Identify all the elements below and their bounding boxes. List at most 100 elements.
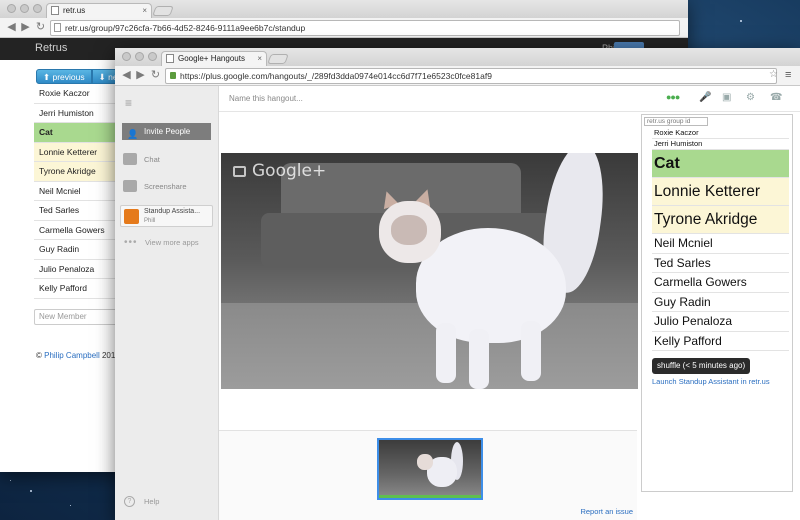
author-link[interactable]: Philip Campbell [44,351,100,360]
close-window-button[interactable] [122,52,131,61]
participant-thumbnail[interactable] [377,438,483,500]
tab-retrus[interactable]: retr.us × [46,3,152,18]
back-arrow-icon[interactable]: ◀ [120,69,133,82]
zoom-window-button[interactable] [33,4,42,13]
member-list-item[interactable]: Guy Radin [34,240,120,260]
panel-member-item: Guy Radin [652,293,789,312]
browser-toolbar: ◀ ▶ ↻ retr.us/group/97c26cfa-7b66-4d52-8… [0,18,688,38]
screenshare-app[interactable]: Screenshare [122,180,187,194]
panel-member-item: Lonnie Ketterer [652,178,789,206]
panel-member-item: Julio Penaloza [652,312,789,332]
star-icon[interactable]: ☆ [769,69,778,80]
screenshare-label: Screenshare [144,182,187,191]
hangout-icon [166,54,174,63]
member-list-item[interactable]: Lonnie Ketterer [34,142,120,162]
previous-button[interactable]: ⬆ previous [36,69,92,84]
app-owner: Phill [144,218,156,224]
chat-app[interactable]: Chat [122,153,160,167]
leave-call-icon[interactable]: ☎ [770,92,782,103]
add-person-icon: 👤 [127,129,139,139]
mic-mute-icon[interactable]: 🎤 [699,92,711,103]
back-arrow-icon[interactable]: ◀ [5,21,18,34]
panel-member-item: Neil Mcniel [652,234,789,254]
page-icon [51,6,59,15]
member-list-item[interactable]: Kelly Pafford [34,279,120,299]
zoom-window-button[interactable] [148,52,157,61]
minimize-window-button[interactable] [135,52,144,61]
report-issue-link[interactable]: Report an issue [580,507,633,516]
main-video[interactable]: Google+ [221,153,638,389]
shuffle-button[interactable]: shuffle (< 5 minutes ago) [652,358,751,374]
url-text: https://plus.google.com/hangouts/_/289fd… [180,71,492,81]
tab-title: Google+ Hangouts [178,54,245,63]
close-tab-icon[interactable]: × [142,4,147,17]
panel-member-item: Tyrone Akridge [652,206,789,234]
member-list: Roxie Kaczor Jerri Humiston Cat Lonnie Kett… [34,84,120,299]
invite-label: Invite People [144,127,191,136]
standup-app-icon [124,209,139,224]
screenshare-icon [123,180,137,192]
forward-arrow-icon[interactable]: ▶ [134,69,147,82]
group-id-input[interactable]: retr.us group id [644,117,708,126]
panel-member-list: Roxie Kaczor Jerri Humiston Cat Lonnie Kett… [652,128,789,351]
new-tab-button[interactable] [267,54,289,64]
settings-gear-icon[interactable]: ⚙ [746,92,755,103]
reload-icon[interactable]: ↻ [149,69,162,82]
previous-label: previous [52,72,85,82]
member-list-item[interactable]: Carmella Gowers [34,221,120,240]
url-text: retr.us/group/97c26cfa-7b66-4d52-8246-91… [65,23,306,33]
lock-icon [170,72,176,79]
address-bar[interactable]: retr.us/group/97c26cfa-7b66-4d52-8246-91… [50,20,680,36]
watermark-text: Google+ [252,161,327,181]
camera-off-icon[interactable]: ▣ [722,92,731,103]
app-name: Standup Assista... [144,208,201,215]
standup-assistant-app[interactable]: Standup Assista... Phill [120,205,213,227]
video-stage: Google+ [219,112,638,430]
cat-head-shape [417,454,433,470]
help-icon[interactable]: ? [124,496,135,507]
help-link[interactable]: Help [144,497,159,506]
member-list-item[interactable]: Jerri Humiston [34,104,120,123]
member-list-item[interactable]: Julio Penaloza [34,260,120,279]
menu-icon[interactable]: ≡ [785,69,791,81]
chat-label: Chat [144,155,160,164]
address-bar[interactable]: https://plus.google.com/hangouts/_/289fd… [165,68,777,84]
participant-filmstrip: Report an issue [219,430,637,520]
member-list-item[interactable]: Roxie Kaczor [34,84,120,104]
page-icon [54,23,61,32]
new-member-input[interactable]: New Member [34,309,120,325]
launch-retrus-link[interactable]: Launch Standup Assistant in retr.us [652,377,770,386]
tab-hangouts[interactable]: Google+ Hangouts × [161,51,267,66]
hangout-sidebar: ≡ 👤 Invite People Chat Screenshare Stand… [115,86,219,520]
cat-leg-shape [469,329,489,389]
google-plus-watermark: Google+ [233,161,326,181]
new-tab-button[interactable] [152,6,174,16]
panel-member-item: Carmella Gowers [652,273,789,293]
window-controls [122,52,157,61]
close-tab-icon[interactable]: × [257,52,262,65]
cat-leg-shape [521,321,541,381]
view-more-apps-link[interactable]: View more apps [145,238,199,247]
hangout-browser-window: Google+ Hangouts × ◀ ▶ ↻ https://plus.go… [115,48,800,520]
member-list-item[interactable]: Neil Mcniel [34,182,120,201]
brand-logo[interactable]: Retrus [35,42,67,54]
reload-icon[interactable]: ↻ [34,21,47,34]
speaking-indicator [379,495,481,498]
panel-member-item: Cat [652,150,789,178]
member-list-item[interactable]: Ted Sarles [34,201,120,221]
member-list-item[interactable]: Tyrone Akridge [34,162,120,182]
forward-arrow-icon[interactable]: ▶ [19,21,32,34]
standup-assistant-panel: retr.us group id Roxie Kaczor Jerri Humis… [641,114,793,492]
panel-member-item: Ted Sarles [652,254,789,273]
invite-people-button[interactable]: 👤 Invite People [122,123,211,140]
footer: © Philip Campbell 2012 [36,351,120,360]
hamburger-menu-icon[interactable]: ≡ [125,96,132,110]
hangout-name-input[interactable]: Name this hangout... [229,94,303,103]
minimize-window-button[interactable] [20,4,29,13]
copyright-symbol: © [36,351,42,360]
member-list-item[interactable]: Cat [34,123,120,143]
chat-icon [123,153,137,165]
panel-member-item: Roxie Kaczor [652,128,789,139]
connection-status-icon: ●●● [666,92,680,102]
close-window-button[interactable] [7,4,16,13]
